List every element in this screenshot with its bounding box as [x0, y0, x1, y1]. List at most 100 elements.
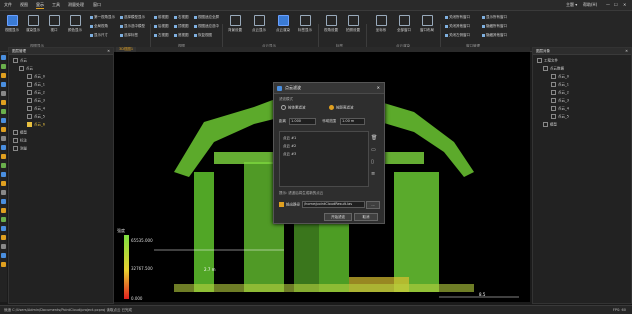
display-size-button[interactable]: 显示尺寸	[90, 33, 108, 38]
render-display-button[interactable]: 渲染显示	[24, 15, 42, 33]
checkbox[interactable]	[537, 58, 542, 63]
checkbox[interactable]	[551, 98, 556, 103]
tree-item[interactable]: 点云_5	[551, 114, 569, 120]
panel-close-icon[interactable]: ✕	[625, 48, 628, 54]
redo-tool-icon[interactable]	[1, 226, 6, 231]
cancel-button[interactable]: 取消	[354, 213, 378, 221]
link-tool-icon[interactable]	[1, 199, 6, 204]
list-item[interactable]: 点云 #2	[283, 144, 296, 149]
output-checkbox[interactable]: 输出路径	[279, 202, 300, 208]
right-view-button[interactable]: 右视图	[174, 15, 189, 20]
annotate-tool-icon[interactable]	[1, 100, 6, 105]
distance-input[interactable]: 1.000	[289, 118, 316, 125]
checkbox[interactable]	[551, 82, 556, 87]
select-label-button[interactable]: 选择标签	[120, 33, 138, 38]
pin-tool-icon[interactable]	[1, 208, 6, 213]
layer-tool-icon[interactable]	[1, 136, 6, 141]
left-view-button[interactable]: 左视图	[154, 33, 169, 38]
checkbox[interactable]	[27, 114, 32, 119]
checkbox[interactable]	[543, 66, 548, 71]
radio-distance[interactable]: 按距离滤波	[329, 105, 354, 111]
tree-item[interactable]: 测量	[13, 146, 27, 152]
view-angle-button[interactable]: 视角设置	[322, 15, 340, 33]
radio-icon[interactable]	[281, 105, 286, 110]
fit-selected-button[interactable]: 视图适应选中	[194, 24, 219, 29]
radio-voxel[interactable]: 按体素滤波	[281, 105, 306, 111]
tree-item[interactable]: 点云_1	[27, 82, 45, 88]
hide-all-windows-button[interactable]: 隐藏所有窗口	[482, 24, 507, 29]
panel-close-icon[interactable]: ✕	[107, 48, 110, 54]
global-view-button[interactable]: 全局视角	[90, 24, 108, 29]
checkbox[interactable]	[27, 74, 32, 79]
minimize-button[interactable]: —	[606, 2, 610, 7]
delete-icon[interactable]: 🗑	[371, 135, 377, 141]
tree-item[interactable]: 点云_2	[551, 90, 569, 96]
tree-item[interactable]: 标注	[13, 138, 27, 144]
background-settings-button[interactable]: 背景设置	[226, 15, 244, 33]
neighborhood-input[interactable]: 1.00 m	[340, 118, 365, 125]
info-tool-icon[interactable]	[1, 190, 6, 195]
list-item[interactable]: 点云 #1	[283, 136, 296, 141]
hide-other-windows-button[interactable]: 隐藏其他窗口	[482, 33, 507, 38]
grid-tool-icon[interactable]	[1, 163, 6, 168]
checkbox[interactable]	[13, 138, 18, 143]
tree-item[interactable]: 点云_0	[551, 74, 569, 80]
tree-item[interactable]: 模型	[543, 122, 557, 128]
checkbox[interactable]	[551, 74, 556, 79]
output-path-input[interactable]: /home/pointCloudResult.las	[302, 201, 365, 208]
dialog-close-icon[interactable]: ✕	[377, 83, 380, 93]
back-view-button[interactable]: 后视图	[154, 24, 169, 29]
checkbox[interactable]	[13, 58, 18, 63]
checkbox[interactable]	[551, 90, 556, 95]
close-other-windows-button[interactable]: 关闭其他窗口	[445, 24, 470, 29]
checkbox[interactable]	[13, 130, 18, 135]
checkbox[interactable]	[27, 98, 32, 103]
checkbox[interactable]	[27, 106, 32, 111]
checkbox[interactable]	[279, 202, 284, 207]
radio-icon[interactable]	[329, 105, 334, 110]
bottom-view-button[interactable]: 底视图	[174, 33, 189, 38]
folder-icon[interactable]: ▭	[371, 147, 376, 153]
stack-icon[interactable]: ≡	[371, 171, 375, 177]
color-display-button[interactable]: 颜色显示	[66, 15, 84, 33]
pointcloud-display-button[interactable]: 点云显示	[250, 15, 268, 33]
tree-item[interactable]: 模型	[13, 130, 27, 136]
window-layout-button[interactable]: 窗口布局	[418, 15, 436, 33]
menu-file[interactable]: 文件	[4, 2, 12, 8]
all-windows-button[interactable]: 全部窗口	[395, 15, 413, 33]
tree-item[interactable]: 点云数据	[543, 66, 564, 72]
select-model-display-button[interactable]: 选择模型显示	[120, 15, 145, 20]
color-tool-icon[interactable]	[1, 127, 6, 132]
export-tool-icon[interactable]	[1, 145, 6, 150]
pointcloud-list[interactable]: 点云 #1 点云 #2 点云 #3	[279, 131, 369, 187]
checkbox[interactable]	[27, 122, 32, 127]
save-tool-icon[interactable]	[1, 262, 6, 267]
close-left-windows-button[interactable]: 关闭左侧窗口	[445, 33, 470, 38]
help-menu[interactable]: 帮助(H)	[583, 2, 597, 8]
close-window-button[interactable]: ✕	[623, 2, 626, 7]
snapshot-settings-button[interactable]: 拍照设置	[344, 15, 362, 33]
label-display-button[interactable]: 标签显示	[296, 15, 314, 33]
pointcloud-render-button[interactable]: 点云渲染	[274, 15, 292, 33]
camera-tool-icon[interactable]	[1, 172, 6, 177]
file-icon[interactable]: ▯	[371, 159, 374, 165]
filter-tool-icon[interactable]	[1, 109, 6, 114]
checkbox[interactable]	[551, 106, 556, 111]
viewport-button[interactable]: 视口	[45, 15, 63, 33]
show-selected-button[interactable]: 显示选中模型	[120, 24, 145, 29]
first-person-button[interactable]: 第一视角显示	[90, 15, 115, 20]
settings-tool-icon[interactable]	[1, 154, 6, 159]
show-all-windows-button[interactable]: 显示所有窗口	[482, 15, 507, 20]
tree-item[interactable]: 工程文件	[537, 58, 558, 64]
orbit-tool-icon[interactable]	[1, 253, 6, 258]
select-tool-icon[interactable]	[1, 55, 6, 60]
tree-item[interactable]: 点云_1	[551, 82, 569, 88]
undo-tool-icon[interactable]	[1, 217, 6, 222]
menu-tools[interactable]: 工具	[52, 2, 60, 8]
top-view-button[interactable]: 顶视图	[174, 24, 189, 29]
segment-tool-icon[interactable]	[1, 118, 6, 123]
tree-item[interactable]: 点云	[19, 66, 33, 72]
list-item[interactable]: 点云 #3	[283, 152, 296, 157]
checkbox[interactable]	[27, 90, 32, 95]
restore-view-button[interactable]: 恢复视图	[194, 33, 212, 38]
